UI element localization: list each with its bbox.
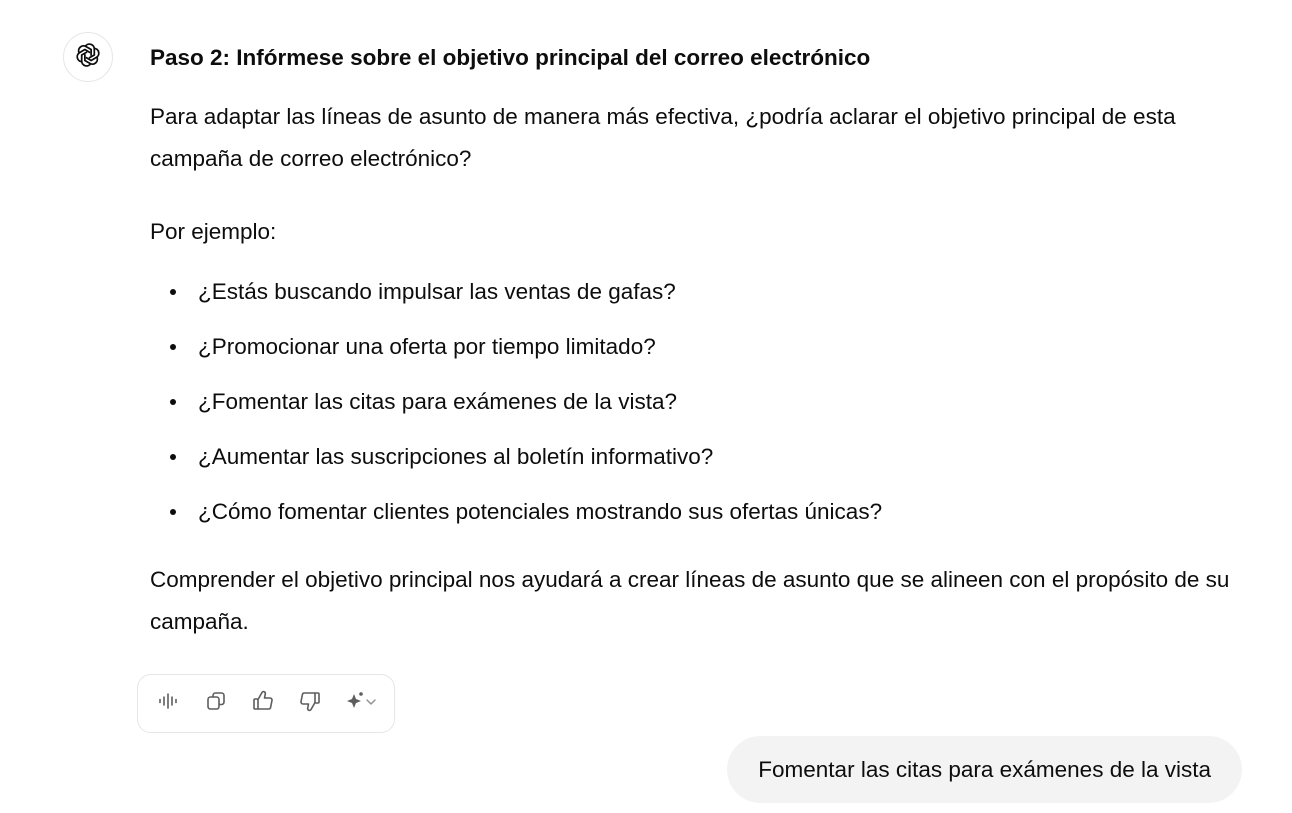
read-aloud-button[interactable] bbox=[154, 689, 184, 719]
user-message-text: Fomentar las citas para exámenes de la v… bbox=[758, 756, 1211, 782]
chat-page: Paso 2: Infórmese sobre el objetivo prin… bbox=[0, 0, 1292, 813]
openai-logo-icon bbox=[74, 41, 102, 74]
list-item: ¿Promocionar una oferta por tiempo limit… bbox=[150, 319, 1240, 374]
thumbs-down-icon bbox=[298, 689, 322, 718]
switch-model-button[interactable] bbox=[342, 689, 382, 719]
assistant-message: Paso 2: Infórmese sobre el objetivo prin… bbox=[150, 40, 1240, 643]
examples-list: ¿Estás buscando impulsar las ventas de g… bbox=[150, 264, 1240, 539]
closing-paragraph: Comprender el objetivo principal nos ayu… bbox=[150, 567, 1230, 634]
assistant-avatar bbox=[63, 32, 113, 82]
copy-button[interactable] bbox=[201, 689, 231, 719]
sparkle-model-icon bbox=[344, 689, 380, 718]
user-message-bubble: Fomentar las citas para exámenes de la v… bbox=[727, 736, 1242, 803]
list-item: ¿Fomentar las citas para exámenes de la … bbox=[150, 374, 1240, 429]
list-item: ¿Estás buscando impulsar las ventas de g… bbox=[150, 264, 1240, 319]
thumbs-up-icon bbox=[251, 689, 275, 718]
thumbs-down-button[interactable] bbox=[295, 689, 325, 719]
examples-label: Por ejemplo: bbox=[150, 219, 277, 244]
message-actions-toolbar bbox=[137, 674, 395, 733]
list-item: ¿Aumentar las suscripciones al boletín i… bbox=[150, 429, 1240, 484]
copy-icon bbox=[204, 689, 228, 718]
intro-paragraph: Para adaptar las líneas de asunto de man… bbox=[150, 104, 1176, 171]
list-item: ¿Cómo fomentar clientes potenciales most… bbox=[150, 484, 1240, 539]
read-aloud-icon bbox=[157, 689, 181, 718]
thumbs-up-button[interactable] bbox=[248, 689, 278, 719]
message-heading: Paso 2: Infórmese sobre el objetivo prin… bbox=[150, 45, 871, 70]
